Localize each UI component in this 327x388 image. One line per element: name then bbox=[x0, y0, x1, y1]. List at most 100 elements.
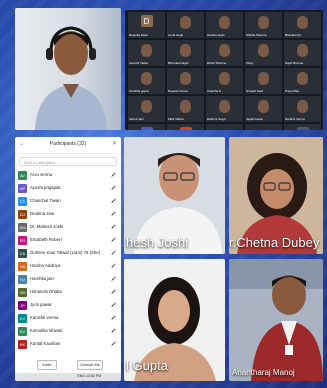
participant-row[interactable]: HA Harsha Aaidriya 🎤 bbox=[18, 261, 118, 272]
gallery-cell[interactable]: Harshita gupta bbox=[128, 68, 165, 94]
gallery-cell[interactable]: D Deepika tiwari bbox=[128, 12, 165, 38]
gallery-cell[interactable]: Priya Dhar bbox=[284, 68, 321, 94]
gallery-cell[interactable]: Mihir Mehta bbox=[167, 96, 204, 122]
gallery-cell[interactable] bbox=[206, 124, 243, 130]
participant-thumbnail bbox=[219, 100, 230, 113]
gallery-cell[interactable]: sonal singh bbox=[167, 12, 204, 38]
participant-avatar: KV bbox=[18, 327, 27, 336]
video-tile-speaker[interactable] bbox=[15, 8, 121, 130]
muted-microphone-icon[interactable]: 🎤 bbox=[111, 237, 116, 242]
gallery-cell-name: Harsha singh bbox=[207, 33, 225, 37]
video-tile-1[interactable]: hesh Joshi bbox=[124, 137, 225, 254]
gallery-cell[interactable] bbox=[245, 124, 282, 130]
gallery-cell-name: sonal singh bbox=[168, 33, 184, 37]
participant-avatar: HD bbox=[18, 288, 27, 297]
muted-microphone-icon[interactable]: 🎤 bbox=[111, 328, 116, 333]
participant-row[interactable]: ER Elizabeth Robert 🎤 bbox=[18, 235, 118, 246]
avatar: R bbox=[140, 127, 153, 130]
participant-thumbnail bbox=[141, 100, 152, 113]
participant-thumbnail bbox=[297, 72, 308, 85]
gallery-cell[interactable]: Harsha singh bbox=[206, 12, 243, 38]
muted-microphone-icon[interactable]: 🎤 bbox=[111, 289, 116, 294]
panel-footer: Invite Unmute Me bbox=[15, 359, 121, 371]
muted-microphone-icon[interactable]: 🎤 bbox=[111, 224, 116, 229]
participant-row[interactable]: AP Ayushi prajapati 🎤 bbox=[18, 183, 118, 194]
participant-row[interactable]: DJ Dudena Jain 🎤 bbox=[18, 209, 118, 220]
participant-row[interactable]: HD Himanshi Dhaba 🎤 bbox=[18, 287, 118, 298]
participant-thumbnail bbox=[258, 72, 269, 85]
participant-thumbnail bbox=[258, 44, 269, 57]
gallery-cell-name: Ashok Jain bbox=[129, 117, 144, 121]
invite-button[interactable]: Invite bbox=[37, 360, 57, 370]
participant-thumbnail bbox=[141, 72, 152, 85]
participant-name: Ayushi prajapati bbox=[30, 185, 61, 190]
taskbar: ENG 12:52 PM bbox=[15, 373, 121, 381]
gallery-cell[interactable]: Nandini Verma bbox=[284, 96, 321, 122]
gallery-cell-name: Bhavika (G) bbox=[285, 33, 301, 37]
participants-panel: ⌄ Participants (32) ✕ Find a participant… bbox=[15, 137, 121, 381]
participant-row[interactable]: KV Komolika Ishwari 🎤 bbox=[18, 326, 118, 337]
muted-microphone-icon[interactable]: 🎤 bbox=[111, 198, 116, 203]
muted-microphone-icon[interactable]: 🎤 bbox=[111, 211, 116, 216]
muted-microphone-icon[interactable]: 🎤 bbox=[111, 263, 116, 268]
gallery-cell[interactable]: Himesh Kaur bbox=[245, 68, 282, 94]
participant-row[interactable]: HJ Harshita jain 🎤 bbox=[18, 274, 118, 285]
avatar: D bbox=[140, 15, 153, 27]
gallery-cell-name: Harshita gupta bbox=[129, 89, 149, 93]
video-tile-4[interactable]: Anantharaj Manoj bbox=[229, 259, 323, 381]
video-tile-3[interactable]: l Gupta bbox=[124, 259, 225, 381]
participant-thumbnail bbox=[297, 100, 308, 113]
participant-row[interactable]: KV Kanishk verma 🎤 bbox=[18, 313, 118, 324]
participant-row[interactable]: JP Jyoti pawar 🎤 bbox=[18, 300, 118, 311]
participant-video bbox=[35, 26, 107, 130]
participant-avatar: HJ bbox=[18, 275, 27, 284]
participant-thumbnail bbox=[219, 72, 230, 85]
video-tile-2[interactable]: r.Chetna Dubey bbox=[229, 137, 323, 254]
participant-name: Chanchal Tiwari bbox=[30, 198, 61, 203]
muted-microphone-icon[interactable]: 🎤 bbox=[111, 302, 116, 307]
participant-thumbnail bbox=[180, 100, 191, 113]
gallery-cell[interactable]: Rahul Sharma bbox=[206, 40, 243, 66]
participant-thumbnail bbox=[180, 44, 191, 57]
muted-microphone-icon[interactable]: 🎤 bbox=[111, 315, 116, 320]
close-icon[interactable]: ✕ bbox=[112, 140, 117, 147]
participant-row[interactable]: CT Chanchal Tiwari 🎤 bbox=[18, 196, 118, 207]
gallery-cell[interactable]: Jayati Gupta bbox=[245, 96, 282, 122]
participant-avatar: HA bbox=[18, 262, 27, 271]
participant-row[interactable]: KK Kuntal Kaushan 🎤 bbox=[18, 339, 118, 350]
gallery-cell-name: Shikha Sharma bbox=[246, 33, 267, 37]
muted-microphone-icon[interactable]: 🎤 bbox=[111, 185, 116, 190]
participant-avatar: DM bbox=[18, 223, 27, 232]
gallery-cell[interactable]: Bhavika (G) bbox=[284, 12, 321, 38]
participant-name: Komolika Ishwari bbox=[30, 328, 63, 333]
gallery-cell[interactable]: Anantha S bbox=[206, 68, 243, 94]
gallery-cell[interactable]: Bhumika Nagar bbox=[167, 40, 204, 66]
participant-avatar: CT bbox=[18, 197, 27, 206]
participant-row[interactable]: AV Arvo verma 🎤 bbox=[18, 170, 118, 181]
gallery-cell[interactable]: RRiya bbox=[128, 124, 165, 130]
gallery-cell-name: Rahul Sharma bbox=[207, 61, 227, 65]
participant-name-label: r.Chetna Dubey bbox=[229, 235, 320, 250]
participant-row[interactable]: DM Dr. Mahesh Joshi 🎤 bbox=[18, 222, 118, 233]
participant-name: Kuntal Kaushan bbox=[30, 341, 61, 346]
gallery-cell[interactable]: Aarushi Yadav bbox=[128, 40, 165, 66]
gallery-cell[interactable]: Sujal Sharma bbox=[284, 40, 321, 66]
muted-microphone-icon[interactable]: 🎤 bbox=[111, 250, 116, 255]
participant-row[interactable]: GK Gurleen Kaur Talwar (Liam) 76 (She) 🎤 bbox=[18, 248, 118, 259]
muted-microphone-icon[interactable]: 🎤 bbox=[111, 276, 116, 281]
gallery-cell[interactable]: Rashmi Singh bbox=[206, 96, 243, 122]
muted-microphone-icon[interactable]: 🎤 bbox=[111, 172, 116, 177]
search-input[interactable]: Find a participant bbox=[19, 157, 117, 166]
participant-name: Harsha Aaidriya bbox=[30, 263, 61, 268]
gallery-cell[interactable]: Pinky bbox=[245, 40, 282, 66]
participant-thumbnail bbox=[297, 16, 308, 29]
gallery-cell[interactable]: Deepak Verma bbox=[167, 68, 204, 94]
unmute-me-button[interactable]: Unmute Me bbox=[77, 360, 103, 370]
gallery-cell[interactable]: Ashok Jain bbox=[128, 96, 165, 122]
participant-name-label: hesh Joshi bbox=[126, 235, 189, 250]
gallery-cell[interactable]: TTanya bbox=[167, 124, 204, 130]
participant-name-label: l Gupta bbox=[126, 358, 168, 373]
muted-microphone-icon[interactable]: 🎤 bbox=[111, 341, 116, 346]
gallery-cell[interactable]: Shikha Sharma bbox=[245, 12, 282, 38]
gallery-cell[interactable]: A bbox=[284, 124, 321, 130]
